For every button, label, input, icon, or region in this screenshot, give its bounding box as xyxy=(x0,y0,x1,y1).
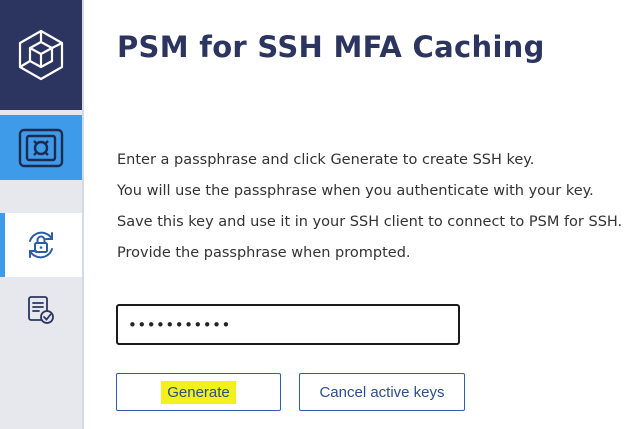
instruction-line: Save this key and use it in your SSH cli… xyxy=(117,214,623,230)
lock-refresh-icon xyxy=(29,231,53,259)
page-title: PSM for SSH MFA Caching xyxy=(117,30,545,64)
instructions: Enter a passphrase and click Generate to… xyxy=(117,145,622,269)
app-logo[interactable] xyxy=(0,0,82,110)
cancel-active-keys-button[interactable]: Cancel active keys xyxy=(299,373,465,411)
instruction-line: You will use the passphrase when you aut… xyxy=(117,183,594,199)
cube-logo-icon xyxy=(18,29,64,81)
sidebar-item-mfa-caching[interactable] xyxy=(0,213,82,277)
cancel-button-label: Cancel active keys xyxy=(319,383,445,401)
vault-icon xyxy=(18,128,64,167)
sidebar-item-vault[interactable] xyxy=(0,115,82,180)
sidebar-divider xyxy=(82,0,84,429)
generate-button-label: Generate xyxy=(161,380,236,404)
instruction-line: Enter a passphrase and click Generate to… xyxy=(117,152,535,168)
instruction-line: Provide the passphrase when prompted. xyxy=(117,245,411,261)
certificate-icon xyxy=(28,296,54,324)
sidebar-item-certificates[interactable] xyxy=(0,278,82,342)
active-indicator xyxy=(0,213,5,277)
generate-button[interactable]: Generate xyxy=(116,373,281,411)
passphrase-input[interactable] xyxy=(116,304,460,345)
